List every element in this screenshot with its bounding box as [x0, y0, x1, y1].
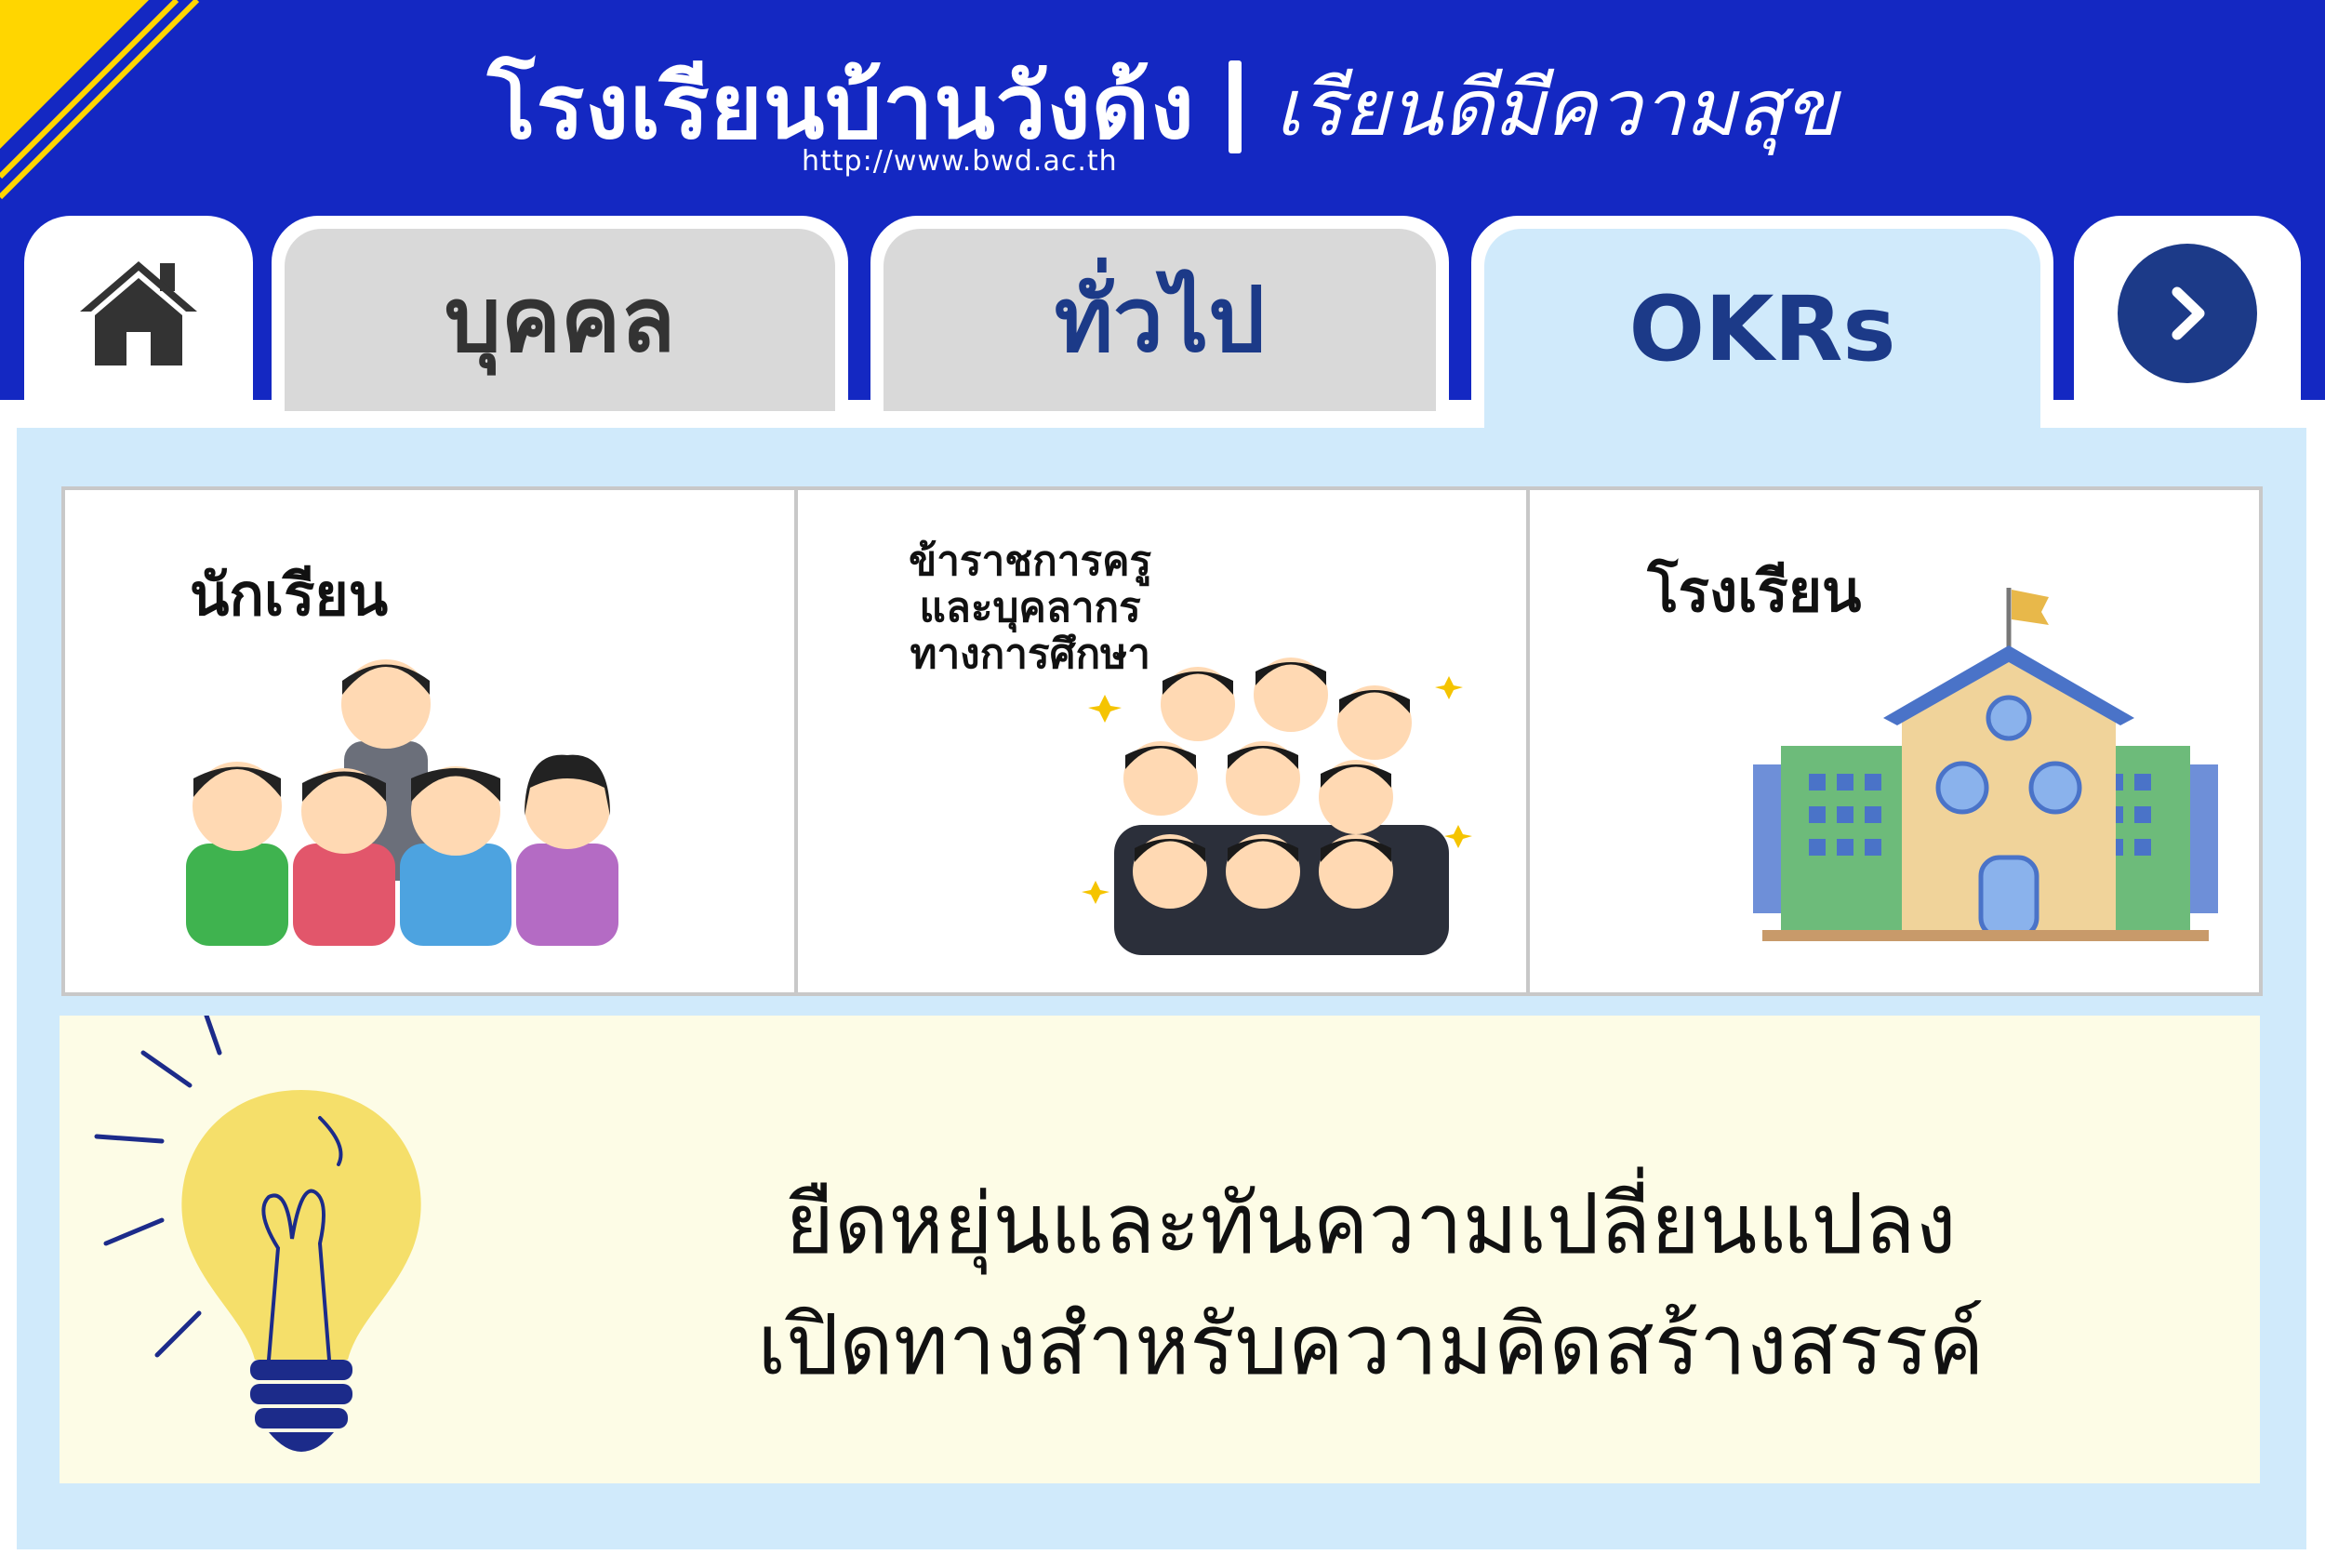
idea-text: ยืดหยุ่นและทันความเปลี่ยนแปลง เปิดทางสำห…: [580, 1164, 2161, 1406]
tab-general[interactable]: ทั่วไป: [870, 216, 1449, 411]
card-students-label: นักเรียน: [190, 561, 389, 629]
idea-text-line2: เปิดทางสำหรับความคิดสร้างสรรค์: [757, 1296, 1985, 1394]
teachers-illustration: [1081, 658, 1472, 955]
lightbulb-icon: [94, 1016, 421, 1452]
tab-okrs-label: OKRs: [1628, 277, 1896, 381]
tab-personnel-label: บุคคล: [444, 268, 676, 372]
category-grid: นักเรียน ข้าราชการครู และบุคลากร ทางการศ…: [61, 486, 2263, 996]
tab-next[interactable]: [2074, 216, 2301, 411]
chevron-right-icon: [2172, 286, 2205, 340]
card-school[interactable]: โรงเรียน: [1530, 490, 2260, 992]
title-separator: [1228, 60, 1242, 153]
card-teachers[interactable]: ข้าราชการครู และบุคลากร ทางการศึกษา: [797, 490, 1527, 992]
card-teachers-label-line1: ข้าราชการครู: [909, 538, 1152, 585]
school-building-illustration: [1753, 588, 2219, 941]
idea-text-line1: ยืดหยุ่นและทันความเปลี่ยนแปลง: [785, 1176, 1957, 1273]
school-slogan: เรียนดีมีความสุข: [1274, 62, 1838, 153]
tab-okrs[interactable]: OKRs: [1471, 216, 2053, 430]
tab-general-label: ทั่วไป: [1054, 268, 1266, 372]
title-row: โรงเรียนบ้านวังด้ง เรียนดีมีความสุข: [0, 37, 2325, 177]
next-button[interactable]: [2118, 244, 2257, 383]
school-url[interactable]: http://www.bwd.ac.th: [802, 145, 1118, 178]
home-icon: [80, 261, 197, 365]
card-teachers-label-line2: และบุคลากร: [919, 584, 1141, 631]
tab-personnel[interactable]: บุคคล: [272, 216, 848, 411]
idea-banner: ยืดหยุ่นและทันความเปลี่ยนแปลง เปิดทางสำห…: [60, 1016, 2260, 1483]
students-illustration: [186, 659, 618, 946]
tab-home[interactable]: [24, 216, 253, 411]
card-students[interactable]: นักเรียน: [65, 490, 794, 992]
